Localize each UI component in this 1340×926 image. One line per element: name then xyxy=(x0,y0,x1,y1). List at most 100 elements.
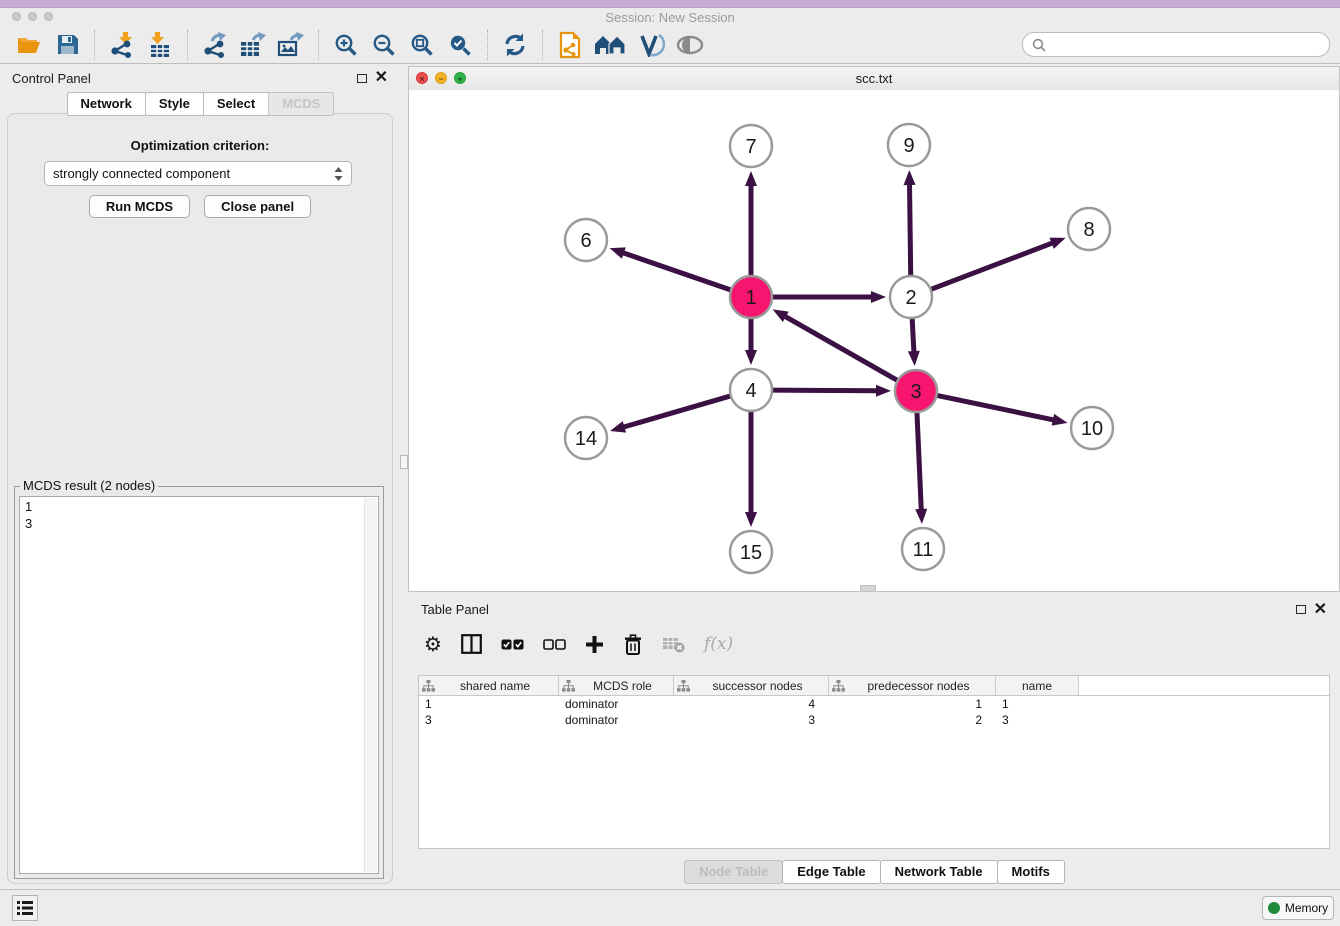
graph-node-11[interactable]: 11 xyxy=(902,528,944,570)
network-window-titlebar[interactable]: × − + scc.txt xyxy=(409,67,1339,91)
graph-node-6[interactable]: 6 xyxy=(565,219,607,261)
network-document-icon[interactable] xyxy=(555,30,585,60)
graph-node-9[interactable]: 9 xyxy=(888,124,930,166)
horizontal-splitter-grip[interactable] xyxy=(860,585,876,592)
network-window-title: scc.txt xyxy=(856,71,893,86)
graph-edge-4-14[interactable] xyxy=(610,395,733,432)
import-network-icon[interactable] xyxy=(107,30,137,60)
memory-button[interactable]: Memory xyxy=(1262,896,1334,920)
network-zoom-button[interactable]: + xyxy=(454,72,466,84)
graph-node-8[interactable]: 8 xyxy=(1068,208,1110,250)
network-canvas[interactable]: 7 9 6 8 1 2 4 3 14 10 15 11 xyxy=(409,90,1339,591)
tab-network[interactable]: Network xyxy=(67,92,146,116)
table-cell[interactable]: 3 xyxy=(674,713,829,727)
add-icon[interactable] xyxy=(585,635,604,654)
close-table-panel-icon[interactable]: ✕ xyxy=(1314,604,1327,616)
graph-edge-2-3[interactable] xyxy=(908,316,920,366)
tab-edge-table[interactable]: Edge Table xyxy=(782,860,880,884)
tab-select[interactable]: Select xyxy=(203,92,269,116)
graph-edge-4-15[interactable] xyxy=(745,409,757,527)
graph-edge-4-3[interactable] xyxy=(770,385,891,397)
table-toolbar: ⚙ f(x) xyxy=(408,622,1340,666)
network-canvas-svg[interactable]: 7 9 6 8 1 2 4 3 14 10 15 11 xyxy=(409,90,1339,591)
window-minimize-button[interactable] xyxy=(28,12,37,21)
column-header-name[interactable]: name xyxy=(996,676,1079,695)
search-box[interactable] xyxy=(1022,32,1330,57)
graph-edge-3-11[interactable] xyxy=(915,410,927,524)
table-cell[interactable]: 3 xyxy=(419,713,559,727)
column-header-successor-nodes[interactable]: successor nodes xyxy=(674,676,829,695)
graph-node-2[interactable]: 2 xyxy=(890,276,932,318)
mcds-result-text[interactable]: 13 xyxy=(19,496,379,874)
graph-node-10[interactable]: 10 xyxy=(1071,407,1113,449)
close-panel-icon[interactable]: ✕ xyxy=(375,72,388,84)
delete-icon[interactable] xyxy=(623,634,643,655)
graph-edge-1-2[interactable] xyxy=(770,291,886,303)
table-cell[interactable]: 2 xyxy=(829,713,996,727)
memory-status-icon xyxy=(1268,902,1280,914)
table-row[interactable]: 1dominator411 xyxy=(419,696,1329,712)
home-icon[interactable] xyxy=(593,30,629,60)
zoom-selected-icon[interactable] xyxy=(445,30,475,60)
import-table-icon[interactable] xyxy=(145,30,175,60)
column-header-predecessor-nodes[interactable]: predecessor nodes xyxy=(829,676,996,695)
tab-mcds[interactable]: MCDS xyxy=(268,92,334,116)
split-columns-icon[interactable] xyxy=(461,634,482,654)
table-cell[interactable]: dominator xyxy=(559,713,674,727)
tab-network-table[interactable]: Network Table xyxy=(880,860,998,884)
graph-edge-1-6[interactable] xyxy=(610,247,733,290)
column-header-mcds-role[interactable]: MCDS role xyxy=(559,676,674,695)
search-input[interactable] xyxy=(1052,36,1320,53)
export-network-icon[interactable] xyxy=(200,30,230,60)
table-cell[interactable]: 1 xyxy=(996,697,1079,711)
graph-node-4[interactable]: 4 xyxy=(730,369,772,411)
vertical-splitter[interactable] xyxy=(400,64,408,890)
criterion-select[interactable]: strongly connected component xyxy=(44,161,352,186)
graph-edge-2-8[interactable] xyxy=(929,238,1066,291)
column-header-shared-name[interactable]: shared name xyxy=(419,676,559,695)
deselect-all-checkboxes-icon[interactable] xyxy=(543,639,566,650)
close-panel-button[interactable]: Close panel xyxy=(204,195,311,218)
window-close-button[interactable] xyxy=(12,12,21,21)
save-session-icon[interactable] xyxy=(52,30,82,60)
graph-edge-1-7[interactable] xyxy=(745,171,757,278)
table-cell[interactable]: 3 xyxy=(996,713,1079,727)
graph-edge-1-4[interactable] xyxy=(745,316,757,365)
export-table-icon[interactable] xyxy=(238,30,268,60)
gear-icon[interactable]: ⚙ xyxy=(424,634,442,654)
mcds-result-scrollbar[interactable] xyxy=(364,498,377,872)
export-image-icon[interactable] xyxy=(276,30,306,60)
graph-node-1[interactable]: 1 xyxy=(730,276,772,318)
table-cell[interactable]: 1 xyxy=(829,697,996,711)
table-cell[interactable]: dominator xyxy=(559,697,674,711)
tab-style[interactable]: Style xyxy=(145,92,204,116)
table-cell[interactable]: 4 xyxy=(674,697,829,711)
splitter-grip[interactable] xyxy=(400,455,408,469)
float-panel-icon[interactable] xyxy=(357,74,367,83)
table-row[interactable]: 3dominator323 xyxy=(419,712,1329,728)
graph-edge-3-10[interactable] xyxy=(935,395,1068,426)
zoom-in-icon[interactable] xyxy=(331,30,361,60)
vizmapper-icon[interactable] xyxy=(637,30,667,60)
graph-edge-3-1[interactable] xyxy=(773,309,900,381)
run-mcds-button[interactable]: Run MCDS xyxy=(89,195,190,218)
open-session-icon[interactable] xyxy=(14,30,44,60)
task-history-button[interactable] xyxy=(12,895,38,921)
tab-motifs[interactable]: Motifs xyxy=(997,860,1065,884)
zoom-out-icon[interactable] xyxy=(369,30,399,60)
float-table-panel-icon[interactable] xyxy=(1296,605,1306,614)
graph-node-7[interactable]: 7 xyxy=(730,125,772,167)
network-minimize-button[interactable]: − xyxy=(435,72,447,84)
hide-show-icon[interactable] xyxy=(675,30,705,60)
refresh-layout-icon[interactable] xyxy=(500,30,530,60)
zoom-fit-icon[interactable] xyxy=(407,30,437,60)
network-close-button[interactable]: × xyxy=(416,72,428,84)
graph-node-14[interactable]: 14 xyxy=(565,417,607,459)
graph-node-15[interactable]: 15 xyxy=(730,531,772,573)
window-zoom-button[interactable] xyxy=(44,12,53,21)
tab-node-table[interactable]: Node Table xyxy=(684,860,783,884)
graph-edge-2-9[interactable] xyxy=(904,170,916,278)
select-all-checkboxes-icon[interactable] xyxy=(501,639,524,650)
table-cell[interactable]: 1 xyxy=(419,697,559,711)
graph-node-3[interactable]: 3 xyxy=(895,370,937,412)
